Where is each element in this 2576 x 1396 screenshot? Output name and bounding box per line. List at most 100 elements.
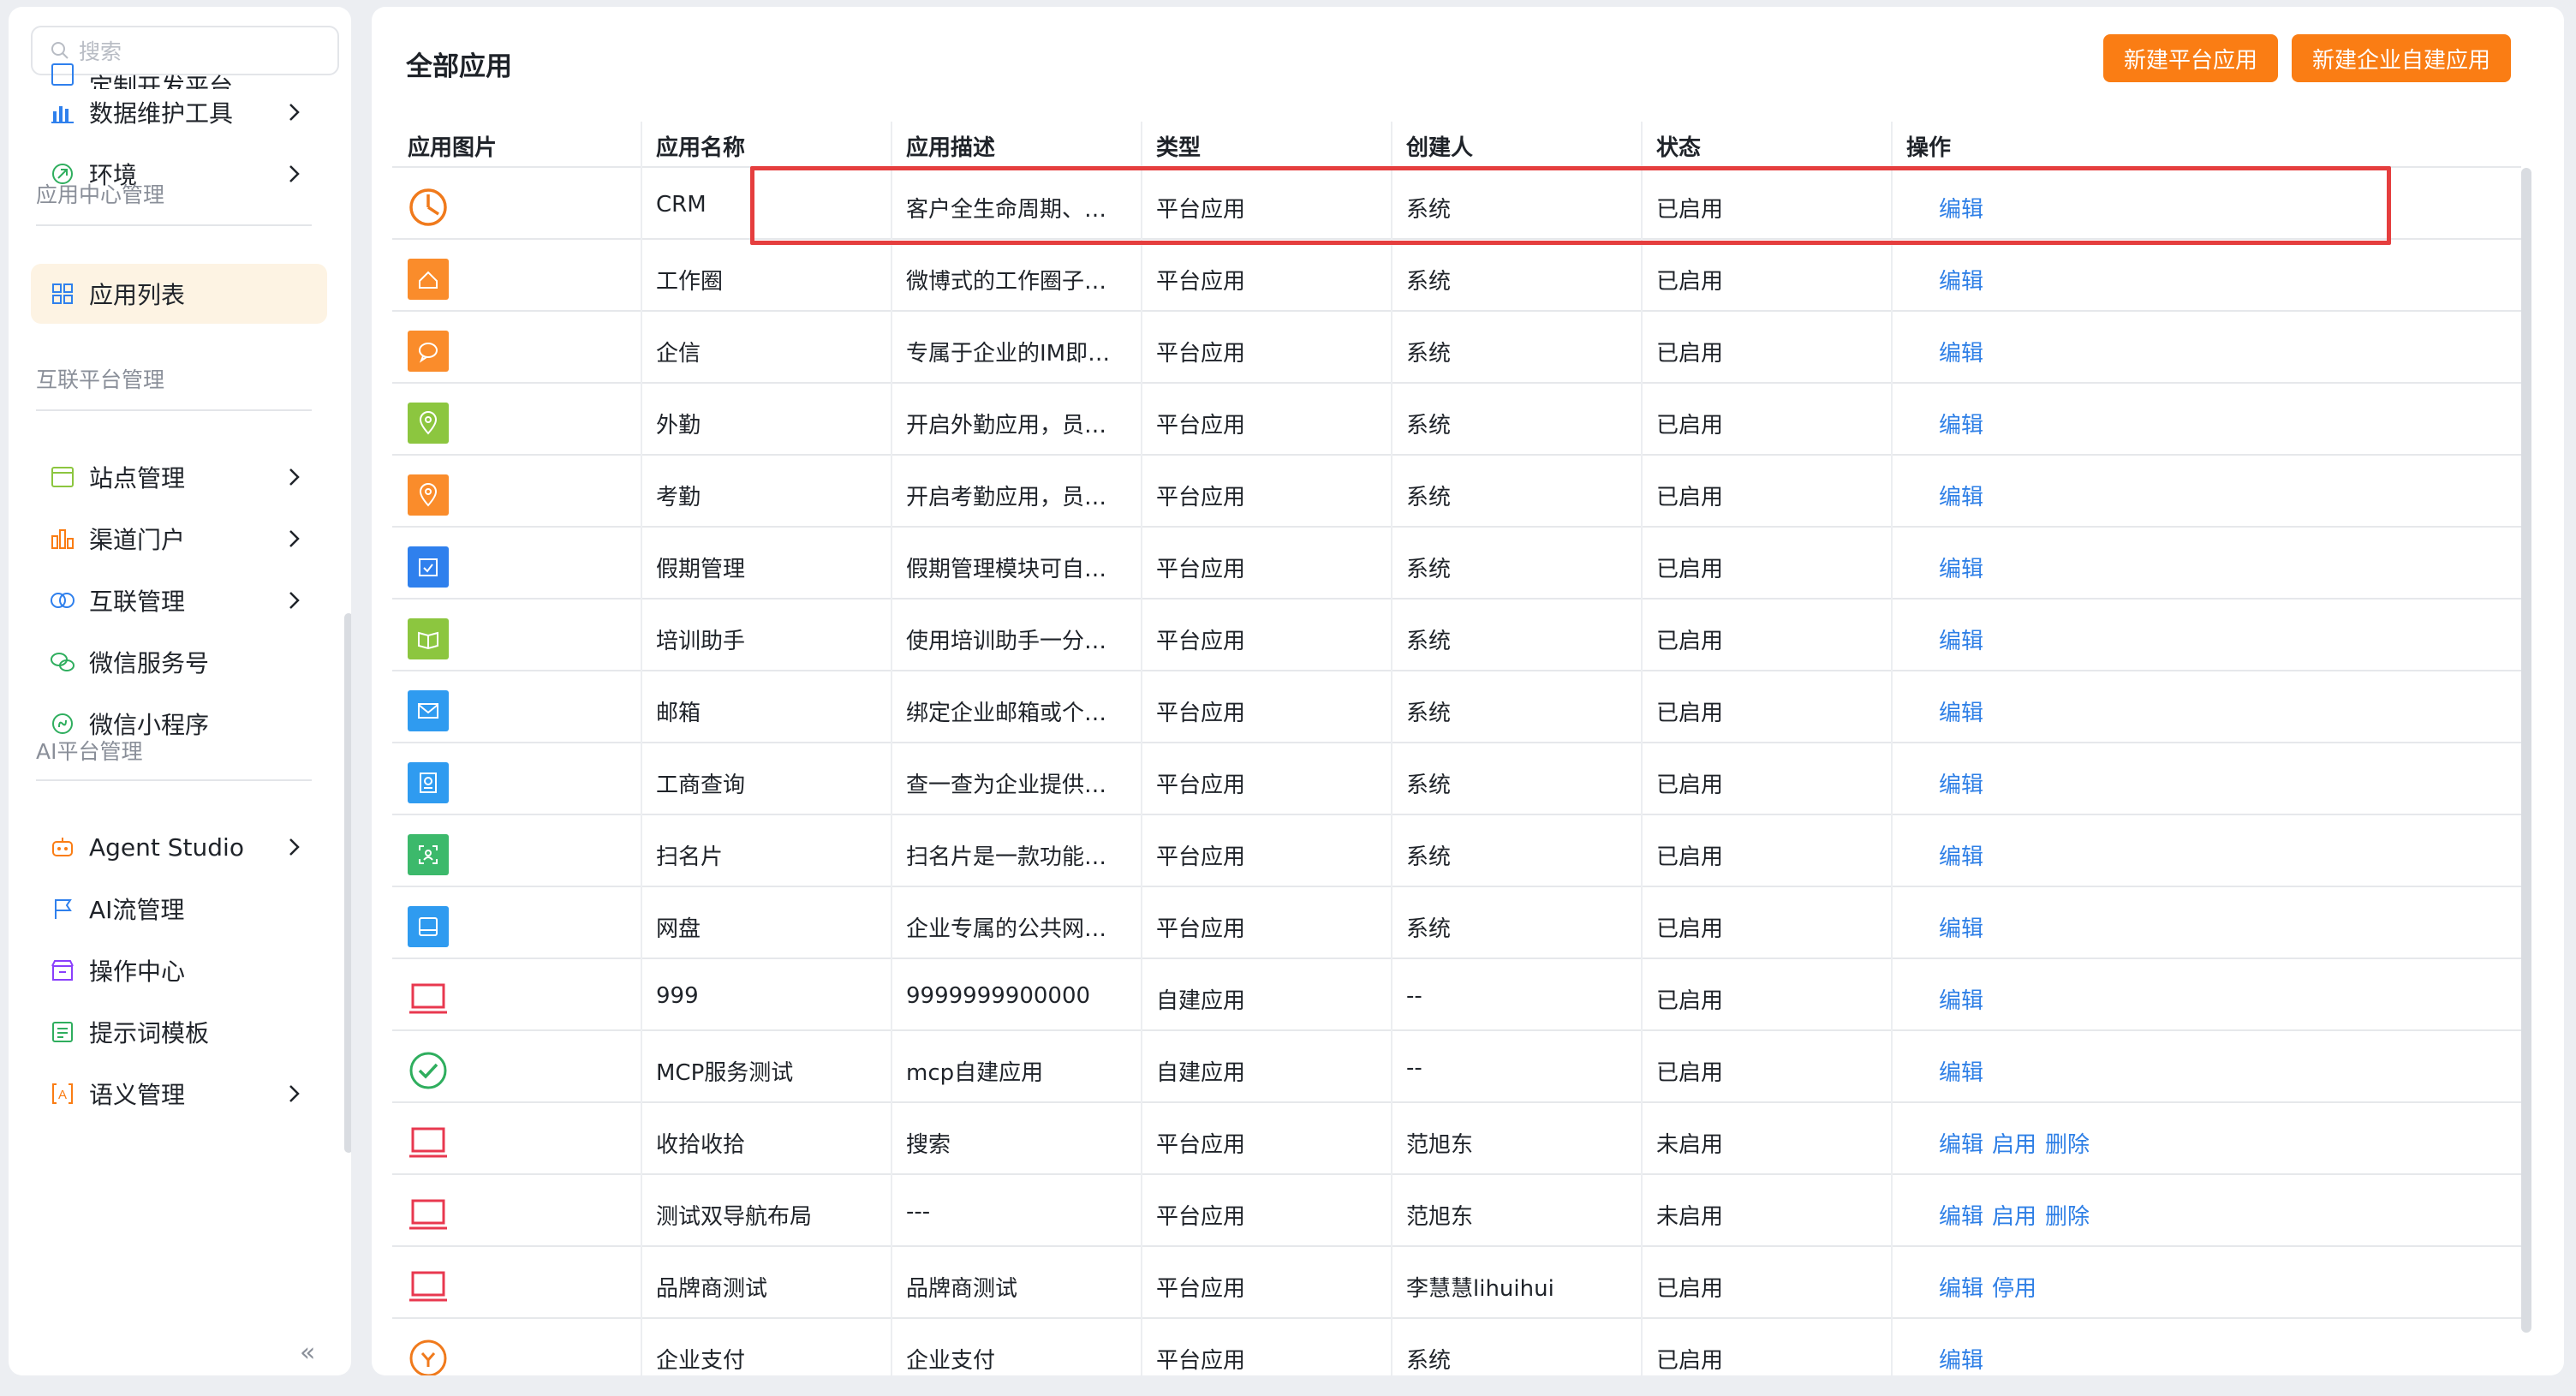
edit-link[interactable]: 编辑 xyxy=(1939,1199,1983,1231)
cell-separator xyxy=(641,1031,642,1103)
search-placeholder: 搜索 xyxy=(79,39,122,64)
edit-link[interactable]: 编辑 xyxy=(1939,839,1983,871)
edit-link[interactable]: 编辑 xyxy=(1939,480,1983,511)
sidebar-item-channel-portal[interactable]: 渠道门户 xyxy=(31,509,327,569)
cell-separator xyxy=(1641,456,1643,528)
sidebar-scrollbar[interactable] xyxy=(344,613,351,1153)
cell-separator xyxy=(641,815,642,887)
edit-link[interactable]: 编辑 xyxy=(1939,1055,1983,1087)
table-row[interactable]: 企信 专属于企业的IM即… 平台应用 系统 已启用 编辑 xyxy=(392,312,2521,384)
sidebar-item-app-list[interactable]: 应用列表 xyxy=(31,264,327,324)
sidebar-item-data-tools[interactable]: 数据维护工具 xyxy=(31,82,327,142)
table-row[interactable]: 扫名片 扫名片是一款功能… 平台应用 系统 已启用 编辑 xyxy=(392,815,2521,887)
edit-link[interactable]: 编辑 xyxy=(1939,408,1983,439)
chevron-right-icon xyxy=(289,838,300,856)
table-row[interactable]: 企业支付 企业支付 平台应用 系统 已启用 编辑 xyxy=(392,1319,2521,1375)
cell-separator xyxy=(1641,959,1643,1031)
table-row[interactable]: 考勤 开启考勤应用，员… 平台应用 系统 已启用 编辑 xyxy=(392,456,2521,528)
chevron-right-icon xyxy=(289,1085,300,1102)
edit-link[interactable]: 编辑 xyxy=(1939,1127,1983,1159)
cell-separator xyxy=(891,1175,892,1247)
app-type: 平台应用 xyxy=(1156,269,1246,295)
app-name: 999 xyxy=(656,983,699,1009)
cell-separator xyxy=(1141,1247,1142,1319)
table-row[interactable]: MCP服务测试 mcp自建应用 自建应用 -- 已启用 编辑 xyxy=(392,1031,2521,1103)
cell-separator xyxy=(891,1031,892,1103)
sidebar-item-ai-flow[interactable]: AI流管理 xyxy=(31,879,327,939)
cell-separator xyxy=(1641,887,1643,959)
cell-separator xyxy=(891,528,892,600)
section-title-app-center: 应用中心管理 xyxy=(36,182,165,207)
edit-link[interactable]: 编辑 xyxy=(1939,695,1983,727)
cell-separator xyxy=(1891,671,1893,743)
sidebar-item-operation-center[interactable]: 操作中心 xyxy=(31,940,327,1000)
sidebar-item-semantic[interactable]: A 语义管理 xyxy=(31,1064,327,1124)
app-description: 搜索 xyxy=(906,1132,951,1158)
cell-separator xyxy=(1141,815,1142,887)
edit-link[interactable]: 编辑 xyxy=(1939,336,1983,367)
sidebar-item-site-management[interactable]: 站点管理 xyxy=(31,447,327,507)
sidebar-item-prompt-template[interactable]: 提示词模板 xyxy=(31,1002,327,1062)
table-row[interactable]: 外勤 开启外勤应用，员… 平台应用 系统 已启用 编辑 xyxy=(392,384,2521,456)
collapse-sidebar-icon[interactable]: « xyxy=(300,1338,315,1368)
cell-separator xyxy=(1891,1031,1893,1103)
edit-link[interactable]: 编辑 xyxy=(1939,1343,1983,1375)
sidebar-item-agent-studio[interactable]: Agent Studio xyxy=(31,817,327,877)
enable-link[interactable]: 启用 xyxy=(1992,1199,2036,1231)
app-name: 邮箱 xyxy=(656,701,701,726)
sidebar-item-wechat-service[interactable]: 微信服务号 xyxy=(31,632,327,692)
table-row[interactable]: 邮箱 绑定企业邮箱或个… 平台应用 系统 已启用 编辑 xyxy=(392,671,2521,743)
table-row[interactable]: 工商查询 查一查为企业提供… 平台应用 系统 已启用 编辑 xyxy=(392,743,2521,815)
table-row[interactable]: 工作圈 微博式的工作圈子… 平台应用 系统 已启用 编辑 xyxy=(392,240,2521,312)
app-creator: 系统 xyxy=(1406,773,1452,798)
app-status: 已启用 xyxy=(1656,341,1724,367)
table-row[interactable]: CRM 客户全生命周期、… 平台应用 系统 已启用 编辑 xyxy=(392,168,2521,240)
app-description: 查一查为企业提供… xyxy=(906,773,1107,798)
edit-link[interactable]: 编辑 xyxy=(1939,623,1983,655)
edit-link[interactable]: 编辑 xyxy=(1939,552,1983,583)
column-header-name: 应用名称 xyxy=(656,135,746,161)
disable-link[interactable]: 停用 xyxy=(1992,1271,2036,1303)
delete-link[interactable]: 删除 xyxy=(2045,1127,2090,1159)
app-name: CRM xyxy=(656,192,707,218)
cell-separator xyxy=(1391,1175,1392,1247)
cell-separator xyxy=(641,1175,642,1247)
app-type: 平台应用 xyxy=(1156,701,1246,726)
app-type: 平台应用 xyxy=(1156,629,1246,654)
app-name: MCP服务测试 xyxy=(656,1060,794,1086)
sidebar-item-interconnect[interactable]: 互联管理 xyxy=(31,570,327,630)
cell-separator xyxy=(1891,384,1893,456)
new-platform-app-button[interactable]: 新建平台应用 xyxy=(2103,34,2278,82)
cell-separator xyxy=(1141,600,1142,671)
cell-separator xyxy=(1391,1319,1392,1375)
row-actions: 编辑 xyxy=(1939,336,1983,367)
cell-separator xyxy=(1141,671,1142,743)
edit-link[interactable]: 编辑 xyxy=(1939,1271,1983,1303)
delete-link[interactable]: 删除 xyxy=(2045,1199,2090,1231)
edit-link[interactable]: 编辑 xyxy=(1939,911,1983,943)
table-row[interactable]: 测试双导航布局 --- 平台应用 范旭东 未启用 编辑 启用 删除 xyxy=(392,1175,2521,1247)
table-row[interactable]: 收拾收拾 搜索 平台应用 范旭东 未启用 编辑 启用 删除 xyxy=(392,1103,2521,1175)
cell-separator xyxy=(1391,671,1392,743)
column-separator xyxy=(1641,122,1643,168)
edit-link[interactable]: 编辑 xyxy=(1939,264,1983,295)
document-search-icon xyxy=(408,762,449,803)
edit-link[interactable]: 编辑 xyxy=(1939,983,1983,1015)
table-row[interactable]: 培训助手 使用培训助手一分… 平台应用 系统 已启用 编辑 xyxy=(392,600,2521,671)
edit-link[interactable]: 编辑 xyxy=(1939,192,1983,224)
table-row[interactable]: 999 9999999900000 自建应用 -- 已启用 编辑 xyxy=(392,959,2521,1031)
table-row[interactable]: 品牌商测试 品牌商测试 平台应用 李慧慧lihuihui 已启用 编辑 停用 xyxy=(392,1247,2521,1319)
edit-link[interactable]: 编辑 xyxy=(1939,767,1983,799)
table-row[interactable]: 网盘 企业专属的公共网… 平台应用 系统 已启用 编辑 xyxy=(392,887,2521,959)
new-enterprise-app-button[interactable]: 新建企业自建应用 xyxy=(2292,34,2511,82)
divider xyxy=(36,224,312,226)
table-row[interactable]: 假期管理 假期管理模块可自… 平台应用 系统 已启用 编辑 xyxy=(392,528,2521,600)
template-icon xyxy=(48,1017,77,1047)
cell-separator xyxy=(891,312,892,384)
table-scrollbar[interactable] xyxy=(2521,168,2531,1333)
cell-separator xyxy=(1391,528,1392,600)
app-creator: 系统 xyxy=(1406,269,1452,295)
enable-link[interactable]: 启用 xyxy=(1992,1127,2036,1159)
svg-text:A: A xyxy=(58,1088,67,1102)
cell-separator xyxy=(891,1103,892,1175)
